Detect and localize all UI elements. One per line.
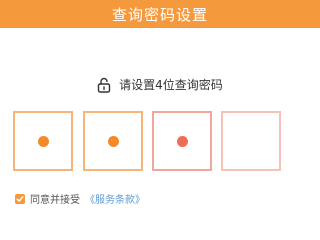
pin-dot-filled	[37, 135, 49, 147]
page-title: 查询密码设置	[111, 5, 208, 24]
pin-input-group[interactable]	[13, 111, 283, 177]
title-bar: 查询密码设置	[0, 0, 320, 28]
app-window: 查询密码设置 请设置4位查询密码 同意并接受 《服务条款》	[0, 0, 320, 240]
unlock-icon	[97, 77, 111, 93]
pin-digit-box-2[interactable]	[83, 111, 143, 171]
pin-digit-box-4[interactable]	[221, 111, 281, 171]
pin-digit-box-3[interactable]	[152, 111, 212, 171]
checkmark-icon	[16, 195, 24, 202]
terms-link[interactable]: 《服务条款》	[85, 191, 145, 206]
agreement-label: 同意并接受	[30, 195, 80, 206]
pin-prompt: 请设置4位查询密码	[0, 76, 320, 93]
pin-prompt-text: 请设置4位查询密码	[119, 78, 223, 92]
agreement-row: 同意并接受 《服务条款》	[15, 191, 145, 206]
pin-dot-filled	[107, 135, 119, 147]
pin-dot-filled	[176, 135, 188, 147]
agreement-checkbox[interactable]	[15, 193, 25, 204]
pin-digit-box-1[interactable]	[13, 111, 73, 171]
